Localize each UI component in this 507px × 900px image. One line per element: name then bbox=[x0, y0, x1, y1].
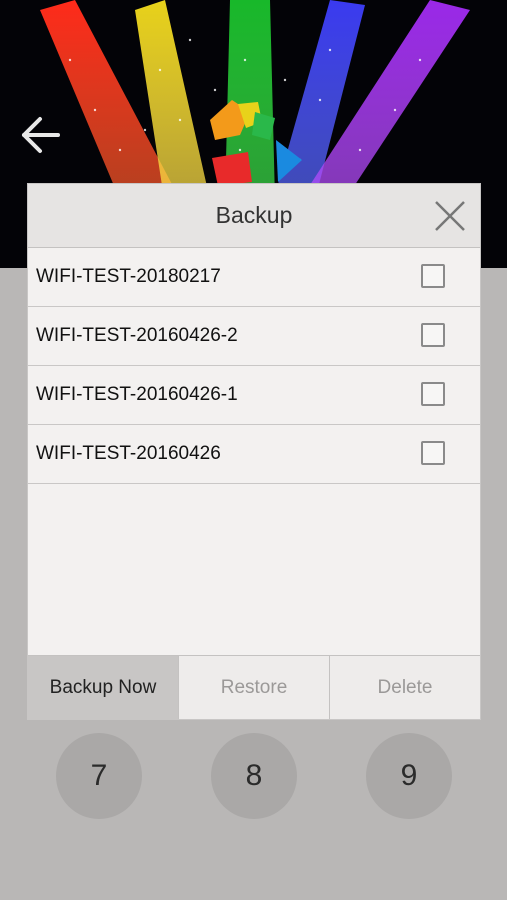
backup-item-label: WIFI-TEST-20160426-2 bbox=[36, 325, 238, 346]
dialog-button-bar: Backup Now Restore Delete bbox=[28, 655, 480, 719]
backup-list: WIFI-TEST-20180217 WIFI-TEST-20160426-2 … bbox=[28, 248, 480, 656]
restore-button[interactable]: Restore bbox=[178, 656, 329, 719]
backup-item-checkbox[interactable] bbox=[421, 441, 445, 465]
close-icon[interactable] bbox=[432, 198, 468, 234]
backup-item-label: WIFI-TEST-20160426-1 bbox=[36, 384, 238, 405]
backup-now-button[interactable]: Backup Now bbox=[28, 656, 178, 719]
backup-list-item[interactable]: WIFI-TEST-20160426-1 bbox=[28, 366, 480, 425]
back-arrow-icon[interactable] bbox=[18, 112, 66, 158]
keypad-key-7[interactable]: 7 bbox=[56, 733, 142, 819]
backup-item-checkbox[interactable] bbox=[421, 382, 445, 406]
keypad-key-8[interactable]: 8 bbox=[211, 733, 297, 819]
backup-list-item[interactable]: WIFI-TEST-20180217 bbox=[28, 248, 480, 307]
keypad-key-9[interactable]: 9 bbox=[366, 733, 452, 819]
dialog-header: Backup bbox=[28, 184, 480, 248]
delete-button[interactable]: Delete bbox=[329, 656, 480, 719]
dialog-title: Backup bbox=[215, 202, 293, 228]
backup-item-checkbox[interactable] bbox=[421, 323, 445, 347]
backup-dialog: Backup WIFI-TEST-20180217 WIFI-TEST-2016… bbox=[27, 183, 481, 720]
backup-item-label: WIFI-TEST-20180217 bbox=[36, 266, 221, 287]
backup-item-checkbox[interactable] bbox=[421, 264, 445, 288]
backup-list-item[interactable]: WIFI-TEST-20160426 bbox=[28, 425, 480, 484]
backup-item-label: WIFI-TEST-20160426 bbox=[36, 443, 221, 464]
backup-list-item[interactable]: WIFI-TEST-20160426-2 bbox=[28, 307, 480, 366]
